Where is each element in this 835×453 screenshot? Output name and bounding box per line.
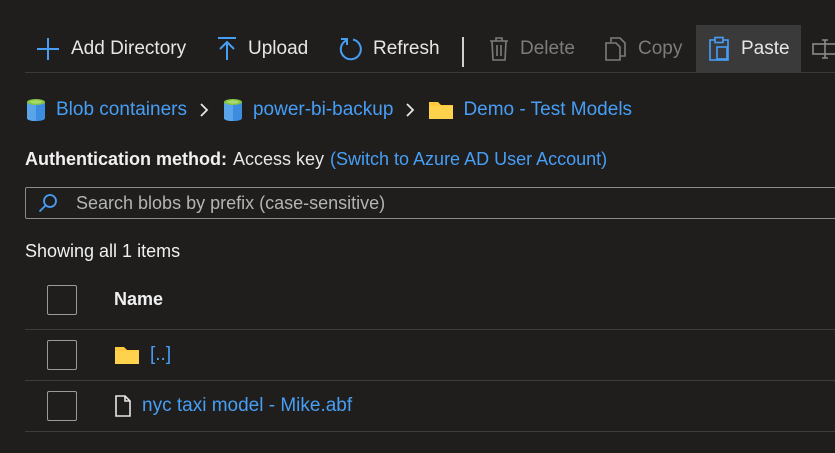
storage-container-icon [25, 98, 47, 122]
refresh-button[interactable]: Refresh [337, 25, 440, 72]
authentication-method: Authentication method: Access key (Switc… [25, 149, 607, 170]
plus-icon [35, 36, 61, 62]
search-icon [38, 193, 58, 213]
breadcrumb-blob-containers[interactable]: Blob containers [25, 98, 187, 122]
clipboard-icon [707, 36, 731, 62]
row-checkbox[interactable] [47, 340, 77, 370]
row-checkbox[interactable] [47, 391, 77, 421]
command-bar: Add Directory Upload Refresh Delete Copy… [0, 25, 835, 72]
chevron-right-icon [199, 102, 209, 118]
auth-label: Authentication method: [25, 149, 227, 169]
upload-arrow-icon [216, 36, 238, 62]
upload-button[interactable]: Upload [216, 25, 308, 72]
search-box [25, 187, 835, 219]
table-row[interactable]: [..] [25, 330, 835, 381]
folder-icon [428, 100, 454, 120]
parent-folder-link[interactable]: [..] [150, 344, 171, 366]
item-count: Showing all 1 items [25, 241, 181, 261]
toolbar-separator [462, 37, 464, 67]
switch-auth-link[interactable]: (Switch to Azure AD User Account) [330, 149, 607, 170]
refresh-icon [337, 36, 363, 62]
chevron-right-icon [405, 102, 415, 118]
search-input[interactable] [74, 191, 818, 215]
breadcrumb-label: Blob containers [56, 99, 187, 120]
copy-icon [604, 36, 628, 62]
delete-button[interactable]: Delete [488, 25, 575, 72]
add-directory-button[interactable]: Add Directory [35, 25, 186, 72]
breadcrumb-label: power-bi-backup [252, 99, 394, 120]
breadcrumb-container[interactable]: power-bi-backup [222, 98, 393, 122]
delete-label: Delete [520, 37, 575, 59]
paste-label: Paste [741, 37, 790, 59]
toolbar-divider [25, 72, 835, 73]
column-header-name[interactable]: Name [114, 289, 163, 310]
select-all-checkbox[interactable] [47, 284, 77, 315]
table-row[interactable]: nyc taxi model - Mike.abf [25, 381, 835, 432]
auth-value: Access key [232, 149, 325, 169]
file-icon [114, 395, 132, 417]
breadcrumb-label: Demo - Test Models [463, 99, 633, 120]
upload-label: Upload [248, 37, 309, 59]
table-header: Name [25, 270, 835, 330]
blob-name-link[interactable]: nyc taxi model - Mike.abf [142, 395, 352, 417]
storage-container-icon [222, 98, 244, 122]
paste-button[interactable]: Paste [696, 25, 801, 72]
blob-table: Name [..] nyc taxi model - Mike.abf [25, 270, 835, 432]
refresh-label: Refresh [373, 37, 440, 59]
breadcrumb-current-folder[interactable]: Demo - Test Models [428, 99, 632, 121]
breadcrumb: Blob containers power-bi-backup Demo - T… [25, 96, 632, 124]
rename-button[interactable] [812, 25, 835, 72]
copy-label: Copy [638, 37, 683, 59]
add-directory-label: Add Directory [71, 37, 187, 59]
trash-icon [488, 36, 510, 62]
copy-button[interactable]: Copy [604, 25, 682, 72]
folder-icon [114, 345, 140, 365]
rename-icon [812, 36, 835, 62]
